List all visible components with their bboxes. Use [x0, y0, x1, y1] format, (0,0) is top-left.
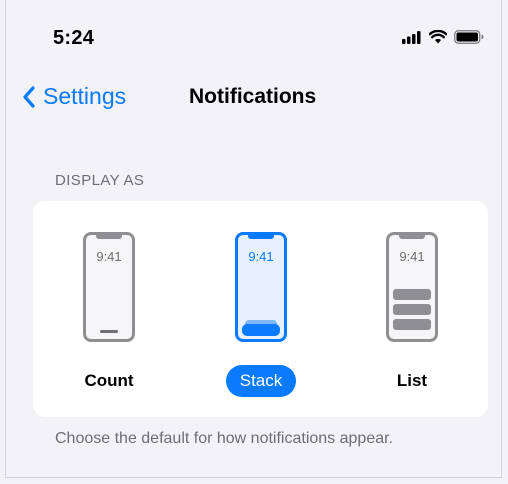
cellular-signal-icon: [402, 30, 421, 44]
option-list[interactable]: 9:41 List: [372, 232, 452, 397]
preview-time: 9:41: [248, 249, 274, 264]
preview-time: 9:41: [399, 249, 425, 264]
list-notification: [393, 304, 431, 315]
list-phone-preview: 9:41: [386, 232, 438, 342]
chevron-left-icon: [23, 85, 35, 108]
option-label-list: List: [396, 371, 428, 390]
list-notification: [393, 289, 431, 300]
option-label-stack: Stack: [225, 365, 297, 397]
status-time: 5:24: [53, 27, 95, 49]
status-icons: [402, 30, 484, 44]
battery-icon: [454, 30, 484, 44]
stacked-notification-front: [242, 324, 280, 336]
option-stack[interactable]: 9:41 Stack: [221, 232, 301, 397]
section-header: DISPLAY AS: [55, 172, 145, 189]
page-title: Notifications: [189, 85, 317, 108]
preview-time: 9:41: [96, 249, 122, 264]
option-count[interactable]: 9:41 Count: [69, 232, 149, 397]
count-phone-preview: 9:41: [83, 232, 135, 342]
wifi-icon: [429, 30, 447, 44]
section-footer: Choose the default for how notifications…: [55, 430, 393, 447]
list-notification: [393, 319, 431, 330]
option-label-count: Count: [84, 371, 134, 390]
settings-screen: 5:24 Settings Notifications DISPLAY AS 9…: [5, 0, 502, 478]
home-indicator: [100, 330, 118, 333]
stack-phone-preview: 9:41: [235, 232, 287, 342]
back-button-label: Settings: [43, 83, 127, 109]
display-options-card: 9:41 Count 9:41 Stack 9:41 List: [33, 201, 488, 417]
back-button[interactable]: Settings: [22, 83, 126, 110]
